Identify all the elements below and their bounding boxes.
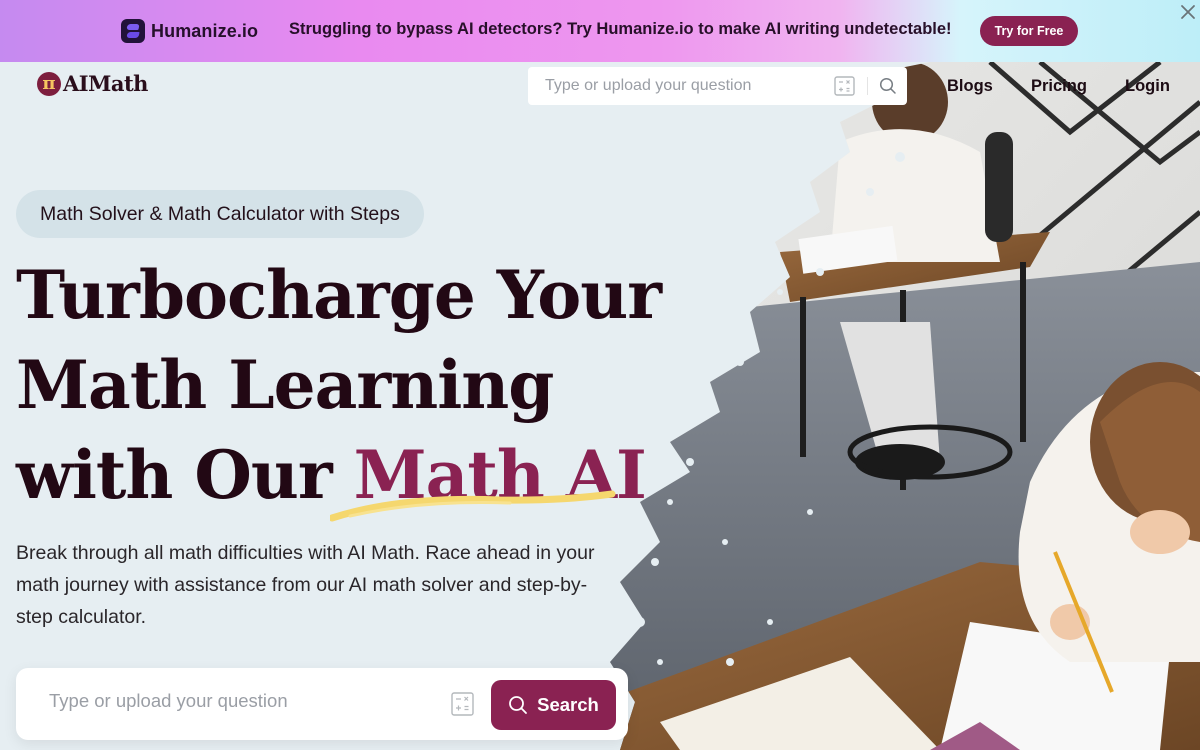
hero-description: Break through all math difficulties with… [16,542,595,628]
header-search-input[interactable] [528,77,818,95]
search-icon[interactable] [879,77,897,95]
nav-login[interactable]: Login [1125,77,1170,96]
headline-line-1: Turbocharge Your [16,256,662,334]
hero-search-input[interactable] [49,690,429,712]
nav-blogs[interactable]: Blogs [947,77,993,96]
headline-line-2: Math Learning [16,346,554,424]
headline-line-3-prefix: with Our [16,436,354,514]
humanize-logo-icon [121,19,145,43]
classroom-photo [610,62,1200,750]
search-button-label: Search [537,694,599,715]
hero-search-bar: Search [16,668,628,740]
calculator-icon[interactable] [451,692,474,716]
hero-photo [600,62,1200,750]
promo-message: Struggling to bypass AI detectors? Try H… [289,20,952,38]
brush-underline [330,490,616,522]
aimath-logo[interactable]: π AIMath [37,71,148,96]
close-icon[interactable] [1179,3,1197,21]
hero-headline: Turbocharge Your Math Learning with Our … [16,250,662,520]
nav-pricing[interactable]: Pricing [1031,77,1087,96]
calculator-icon[interactable] [834,76,855,96]
header-search-bar [528,67,907,105]
humanize-logo[interactable]: Humanize.io [121,19,258,43]
tagline-pill: Math Solver & Math Calculator with Steps [16,190,424,238]
search-button[interactable]: Search [491,680,616,730]
search-icon [509,696,528,714]
pi-logo-icon: π [37,71,61,96]
logo-text: AIMath [63,71,148,96]
humanize-brand-name: Humanize.io [151,20,259,41]
try-for-free-button[interactable]: Try for Free [980,16,1078,46]
promo-banner: Humanize.io Struggling to bypass AI dete… [0,0,1200,62]
search-divider [867,77,868,95]
